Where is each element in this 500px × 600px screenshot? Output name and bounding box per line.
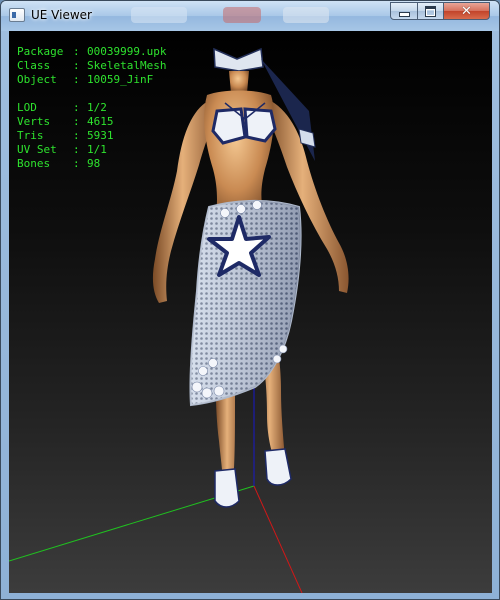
titlebar-reflection	[131, 7, 187, 23]
maximize-icon	[425, 5, 436, 17]
info-value: SkeletalMesh	[87, 59, 167, 72]
minimize-button[interactable]	[390, 2, 418, 20]
minimize-icon	[398, 11, 410, 17]
info-label: Object	[17, 73, 57, 86]
maximize-button[interactable]	[417, 2, 444, 20]
title-bar[interactable]: UE Viewer ✕	[1, 1, 499, 31]
close-icon: ✕	[461, 3, 472, 19]
info-bones: Bones:98	[17, 157, 166, 171]
info-label: Bones	[17, 157, 51, 170]
info-label: LOD	[17, 101, 37, 114]
info-value: 10059_JinF	[87, 73, 154, 86]
close-button[interactable]: ✕	[443, 2, 490, 20]
info-verts: Verts:4615	[17, 115, 166, 129]
info-label: Package	[17, 45, 64, 58]
ue-viewer-app-icon[interactable]	[9, 8, 25, 22]
info-label: UV Set	[17, 143, 57, 156]
character-model	[152, 47, 349, 508]
info-value: 4615	[87, 115, 114, 128]
info-object: Object:10059_JinF	[17, 73, 166, 87]
titlebar-reflection	[223, 7, 261, 23]
info-separator: :	[73, 143, 80, 156]
titlebar-reflection	[283, 7, 329, 23]
3d-viewport[interactable]: Package:00039999.upk Class: SkeletalMesh …	[9, 31, 492, 593]
info-label: Tris	[17, 129, 44, 142]
info-value: 5931	[87, 129, 114, 142]
info-separator: :	[73, 115, 80, 128]
info-value: 00039999.upk	[87, 45, 167, 58]
app-window: UE Viewer ✕ Package: 00039999.upk Class…	[0, 0, 500, 600]
info-package: Package:00039999.upk	[17, 45, 166, 59]
info-label: Class	[17, 59, 51, 72]
info-separator: :	[73, 73, 80, 86]
info-lod: LOD:1/2	[17, 101, 166, 115]
info-separator: :	[73, 101, 80, 114]
info-value: 98	[87, 157, 101, 170]
info-value: 1/2	[87, 101, 107, 114]
info-label: Verts	[17, 115, 51, 128]
info-class: Class: SkeletalMesh	[17, 59, 166, 73]
window-title: UE Viewer	[31, 8, 92, 22]
info-separator: :	[73, 45, 80, 58]
info-separator: :	[73, 157, 80, 170]
axis-x-line	[253, 485, 303, 593]
info-value: 1/1	[87, 143, 107, 156]
info-tris: Tris:5931	[17, 129, 166, 143]
info-separator: :	[73, 129, 80, 142]
info-separator: :	[73, 59, 80, 72]
info-uv-set: UV Set:1/1	[17, 143, 166, 157]
mesh-info-panel: Package:00039999.upk Class: SkeletalMesh …	[17, 45, 166, 171]
